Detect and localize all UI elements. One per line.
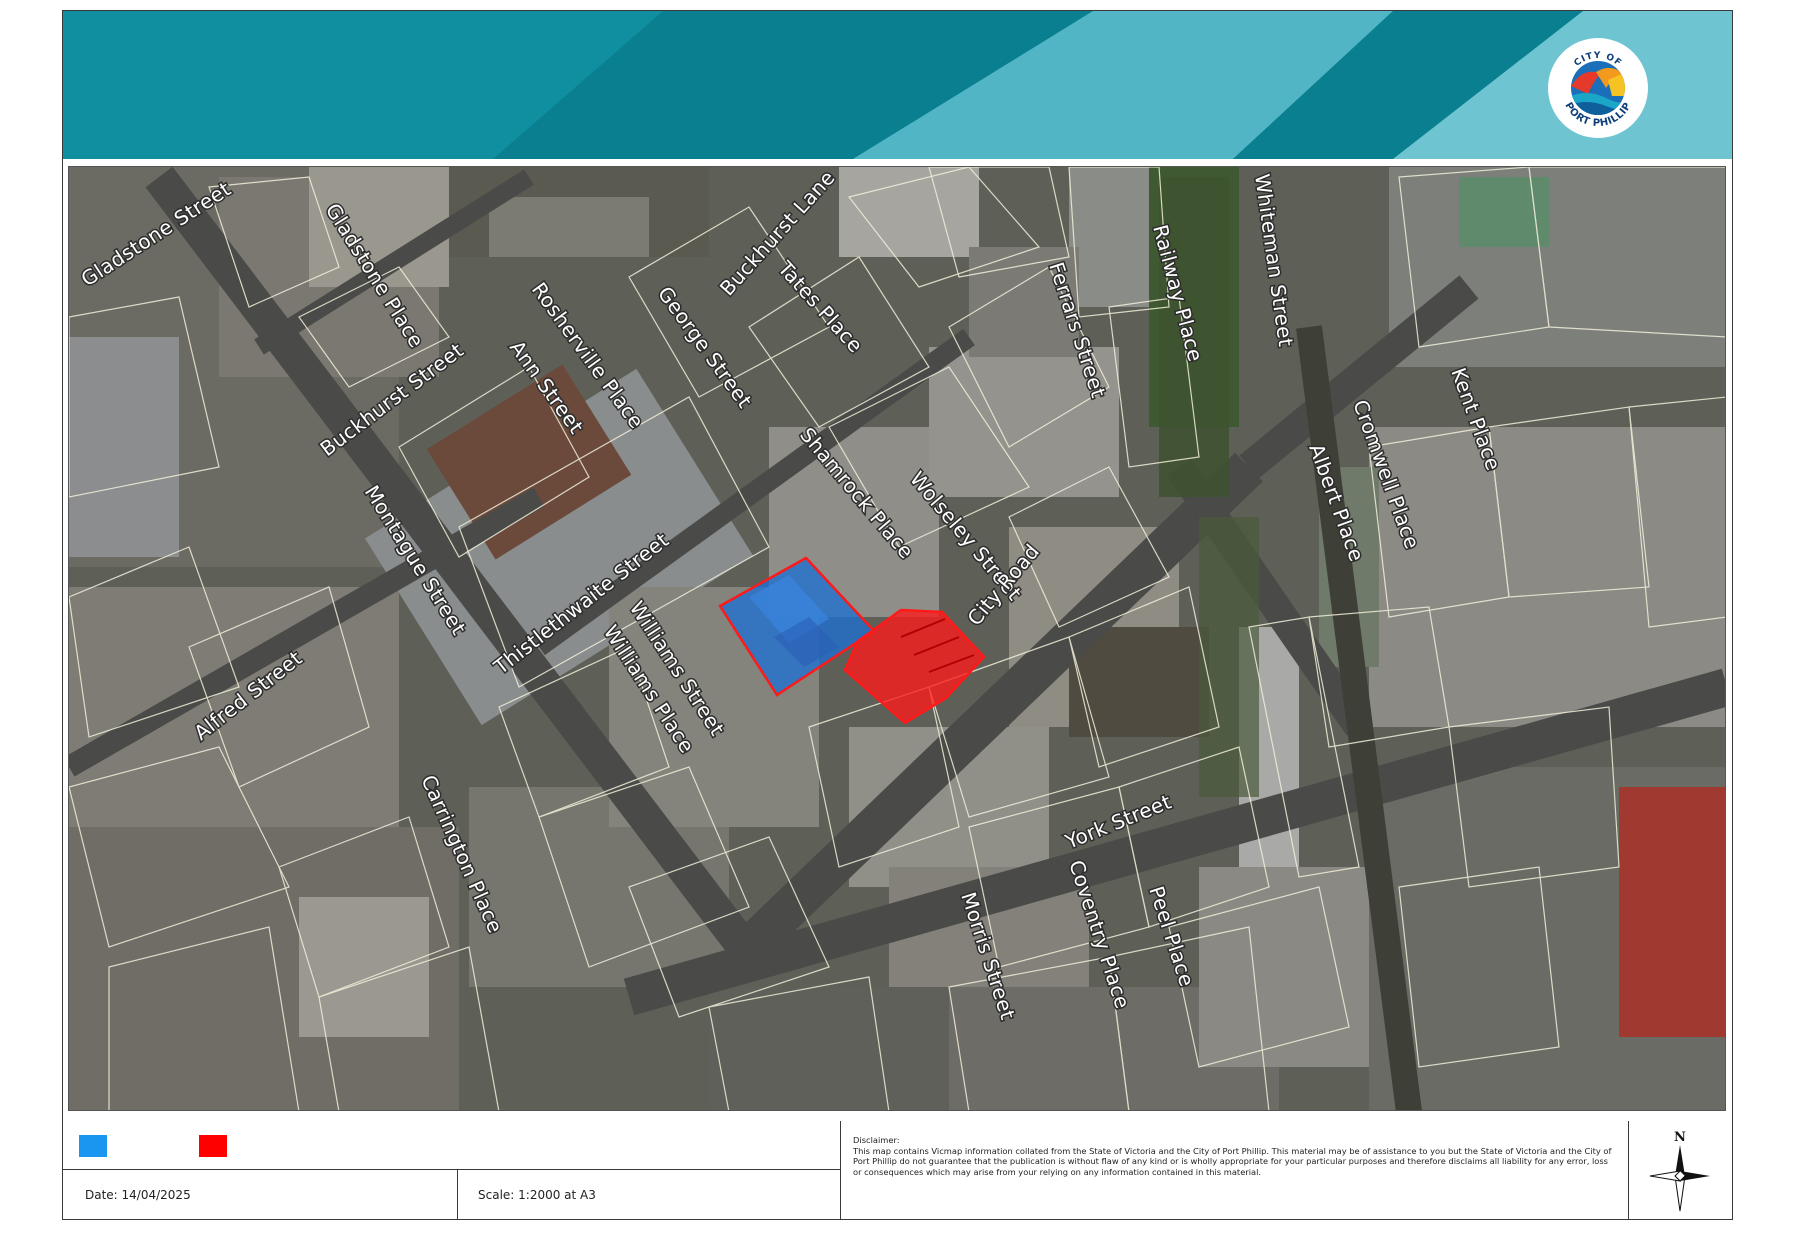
disclaimer-text: This map contains Vicmap information col… xyxy=(853,1145,1612,1177)
city-of-port-phillip-logo: CITY OF PORT PHILLIP xyxy=(1546,36,1650,140)
header-banner xyxy=(63,11,1732,159)
disclaimer-box: Disclaimer: This map contains Vicmap inf… xyxy=(840,1121,1629,1219)
blue-legend-swatch xyxy=(79,1135,107,1157)
disclaimer-title: Disclaimer: xyxy=(853,1135,900,1145)
scale-label: Scale: 1:2000 at A3 xyxy=(478,1188,596,1202)
legend-box xyxy=(63,1121,840,1170)
date-box: Date: 14/04/2025 xyxy=(63,1170,458,1219)
date-label: Date: 14/04/2025 xyxy=(85,1188,191,1202)
red-legend-swatch xyxy=(199,1135,227,1157)
north-arrow-box: N xyxy=(1629,1121,1732,1219)
map-footer: Date: 14/04/2025 Scale: 1:2000 at A3 Dis… xyxy=(63,1121,1732,1219)
aerial-map[interactable]: Gladstone Street Gladstone Place Buckhur… xyxy=(68,166,1726,1111)
scale-box: Scale: 1:2000 at A3 xyxy=(458,1170,840,1219)
north-label: N xyxy=(1674,1130,1686,1145)
north-arrow-icon: N xyxy=(1649,1130,1710,1212)
